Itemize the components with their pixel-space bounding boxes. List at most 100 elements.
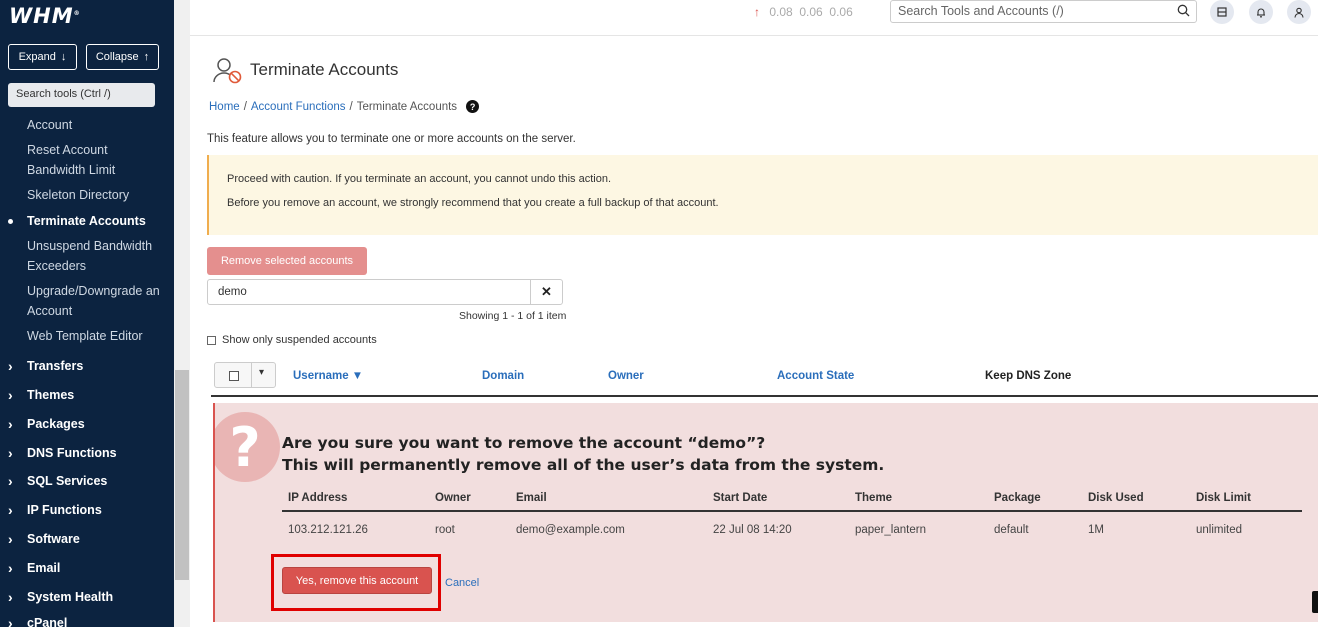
sidebar-item-web-template-editor[interactable]: Web Template Editor — [27, 327, 143, 347]
sidebar-cat-label: IP Functions — [27, 503, 102, 517]
sidebar-item-upgrade-downgrade[interactable]: Upgrade/Downgrade an Account — [27, 282, 162, 321]
column-username[interactable]: Username ▼ — [293, 370, 363, 382]
collapse-button[interactable]: Collapse ↑ — [86, 44, 159, 70]
confirm-remove-button[interactable]: Yes, remove this account — [282, 567, 432, 594]
suspended-only-toggle[interactable]: Show only suspended accounts — [207, 334, 377, 346]
load-averages: ↑ 0.08 0.06 0.06 — [754, 5, 853, 19]
details-col-ip: IP Address — [288, 492, 348, 504]
details-col-owner: Owner — [435, 492, 471, 504]
intro-text: This feature allows you to terminate one… — [207, 133, 576, 145]
sidebar-cat-label: Transfers — [27, 359, 84, 373]
main-content: Terminate Accounts Home / Account Functio… — [190, 36, 1318, 627]
load-avg-1: 0.08 — [769, 5, 793, 19]
active-dot-icon — [8, 219, 13, 224]
details-col-disk-used: Disk Used — [1088, 492, 1144, 504]
caret-down-icon[interactable]: ▾ — [259, 367, 264, 378]
breadcrumb-home[interactable]: Home — [209, 101, 240, 113]
chevron-right-icon: › — [8, 358, 13, 374]
top-search-placeholder: Search Tools and Accounts (/) — [898, 4, 1064, 18]
details-col-package: Package — [994, 492, 1041, 504]
load-avg-5: 0.06 — [799, 5, 823, 19]
remove-selected-accounts-button[interactable]: Remove selected accounts — [207, 247, 367, 275]
details-header-row: IP Address Owner Email Start Date Theme … — [282, 486, 1302, 512]
details-col-start-date: Start Date — [713, 492, 768, 504]
close-icon: ✕ — [541, 284, 552, 299]
sidebar-cat-label: System Health — [27, 590, 114, 604]
sidebar-cat-label: Packages — [27, 417, 85, 431]
chevron-right-icon: › — [8, 416, 13, 432]
whm-logo[interactable]: WHM® — [9, 4, 81, 28]
column-account-state[interactable]: Account State — [777, 370, 854, 382]
details-owner: root — [435, 524, 455, 536]
suspended-only-checkbox[interactable] — [207, 335, 216, 345]
corner-tab[interactable] — [1312, 591, 1318, 613]
chevron-right-icon: › — [8, 560, 13, 576]
confirm-warning: This will permanently remove all of the … — [282, 456, 885, 474]
caution-callout: Proceed with caution. If you terminate a… — [207, 155, 1318, 235]
chevron-right-icon: › — [8, 387, 13, 403]
clear-filter-button[interactable]: ✕ — [530, 279, 563, 305]
chevron-right-icon: › — [8, 502, 13, 518]
terminate-user-icon — [212, 56, 244, 91]
sidebar-cat-label: Email — [27, 561, 61, 575]
highlight-box: Yes, remove this account — [271, 554, 441, 611]
load-up-arrow-icon: ↑ — [754, 5, 760, 19]
chevron-right-icon: › — [8, 473, 13, 489]
details-col-disk-limit: Disk Limit — [1196, 492, 1251, 504]
details-ip: 103.212.121.26 — [288, 524, 368, 536]
column-owner[interactable]: Owner — [608, 370, 644, 382]
sidebar-item-unsuspend-bandwidth[interactable]: Unsuspend Bandwidth Exceeders — [27, 237, 162, 276]
expand-button[interactable]: Expand ↓ — [8, 44, 77, 70]
search-icon[interactable] — [1177, 4, 1190, 20]
details-theme: paper_lantern — [855, 524, 926, 536]
select-all-control[interactable]: ▾ — [214, 362, 276, 388]
details-start-date: 22 Jul 08 14:20 — [713, 524, 792, 536]
divider — [251, 363, 252, 387]
breadcrumb-account-functions[interactable]: Account Functions — [251, 101, 346, 113]
top-bar: ↑ 0.08 0.06 0.06 Search Tools and Accoun… — [190, 0, 1318, 36]
page-title: Terminate Accounts — [250, 60, 399, 79]
accounts-table-header: ▾ Username ▼ Domain Owner Account State … — [211, 360, 1318, 397]
breadcrumb-current: Terminate Accounts — [356, 100, 458, 113]
chevron-right-icon: › — [8, 445, 13, 461]
arrow-down-icon: ↓ — [60, 51, 67, 63]
table-row: 103.212.121.26 root demo@example.com 22 … — [282, 514, 1302, 544]
details-disk-limit: unlimited — [1196, 524, 1243, 536]
bell-icon[interactable] — [1249, 0, 1273, 24]
caution-line-1: Proceed with caution. If you terminate a… — [227, 173, 612, 185]
breadcrumb-separator: / — [243, 100, 247, 113]
cancel-link[interactable]: Cancel — [445, 577, 479, 589]
suspended-only-label: Show only suspended accounts — [222, 334, 377, 346]
account-filter-input[interactable]: demo — [207, 279, 531, 305]
details-disk-used: 1M — [1088, 524, 1104, 536]
sidebar-search-input[interactable]: Search tools (Ctrl /) — [8, 83, 155, 107]
sidebar-scrollbar[interactable] — [174, 0, 190, 627]
details-col-email: Email — [516, 492, 547, 504]
sidebar-cat-label: Themes — [27, 388, 75, 402]
chevron-right-icon: › — [8, 589, 13, 605]
details-col-theme: Theme — [855, 492, 893, 504]
column-domain[interactable]: Domain — [482, 370, 524, 382]
sidebar-item-terminate-accounts[interactable]: Terminate Accounts — [27, 212, 146, 232]
remove-confirmation-panel: ? Are you sure you want to remove the ac… — [213, 403, 1318, 622]
question-mark-icon: ? — [215, 412, 280, 482]
load-avg-15: 0.06 — [829, 5, 853, 19]
showing-count: Showing 1 - 1 of 1 item — [459, 310, 567, 322]
select-all-checkbox[interactable] — [229, 371, 239, 381]
column-keep-dns-zone: Keep DNS Zone — [985, 370, 1072, 382]
details-package: default — [994, 524, 1029, 536]
breadcrumb-separator: / — [349, 100, 353, 113]
user-icon[interactable] — [1287, 0, 1311, 24]
sidebar-item-skeleton-directory[interactable]: Skeleton Directory — [27, 186, 129, 206]
breadcrumb: Home / Account Functions / Terminate Accou… — [209, 100, 480, 113]
sidebar-item-account[interactable]: Account — [27, 116, 72, 136]
help-icon[interactable]: ? — [466, 100, 480, 113]
top-search-input[interactable]: Search Tools and Accounts (/) — [890, 0, 1197, 23]
sidebar-item-reset-bandwidth[interactable]: Reset Account Bandwidth Limit — [27, 141, 162, 180]
layout-icon[interactable] — [1210, 0, 1234, 24]
sidebar-cat-label: SQL Services — [27, 474, 108, 488]
confirm-question: Are you sure you want to remove the acco… — [282, 434, 766, 452]
sidebar-cat-label: cPanel — [27, 616, 68, 627]
collapse-label: Collapse — [95, 51, 139, 63]
scrollbar-thumb[interactable] — [175, 370, 189, 580]
